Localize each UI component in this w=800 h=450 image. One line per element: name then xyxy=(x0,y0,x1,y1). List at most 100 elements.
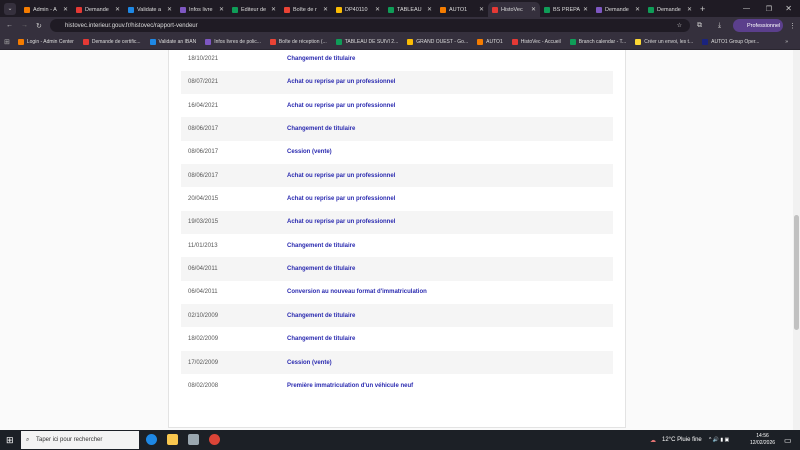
reload-icon[interactable]: ↻ xyxy=(36,22,42,30)
bookmark-item[interactable]: Demande de certific... xyxy=(82,38,141,45)
chrome-icon[interactable] xyxy=(209,434,220,445)
tab-favicon-icon xyxy=(180,6,186,13)
bookmark-star-icon[interactable]: ☆ xyxy=(677,22,682,29)
tab[interactable]: Infos livre ✕ xyxy=(176,2,228,17)
forward-icon[interactable]: → xyxy=(21,22,28,29)
bookmark-item[interactable]: Login - Admin Center xyxy=(17,38,74,45)
history-event-link[interactable]: Conversion au nouveau format d'immatricu… xyxy=(287,289,427,295)
bookmark-label: Boîte de réception (... xyxy=(278,38,327,45)
history-event-link[interactable]: Cession (vente) xyxy=(287,149,332,155)
windows-start-icon[interactable]: ⊞ xyxy=(6,435,14,446)
bookmark-item[interactable]: Infos livres de polic... xyxy=(205,38,261,45)
bookmark-item[interactable]: Validate an IBAN xyxy=(149,38,196,45)
history-event-link[interactable]: Achat ou reprise par un professionnel xyxy=(287,196,395,202)
close-window-button[interactable]: ✕ xyxy=(785,4,792,13)
tab[interactable]: HistoVec ✕ xyxy=(488,2,540,17)
scrollbar-thumb[interactable] xyxy=(794,215,799,330)
history-event-link[interactable]: Achat ou reprise par un professionnel xyxy=(287,79,395,85)
history-event-link[interactable]: Achat ou reprise par un professionnel xyxy=(287,219,395,225)
tab-title: Admin - A xyxy=(33,6,57,13)
bookmark-favicon-icon xyxy=(17,38,24,45)
history-row: 06/04/2011 Conversion au nouveau format d… xyxy=(181,281,613,304)
bookmark-item[interactable]: HistoVec - Accueil xyxy=(511,38,561,45)
minimize-button[interactable]: — xyxy=(743,5,750,12)
clock[interactable]: 14:56 12/02/2026 xyxy=(750,433,775,447)
history-event-link[interactable]: Changement de titulaire xyxy=(287,266,355,272)
back-icon[interactable]: ← xyxy=(6,22,13,29)
history-date: 08/02/2008 xyxy=(188,382,219,389)
profile-button[interactable]: Professionnel xyxy=(733,19,783,32)
bookmark-favicon-icon xyxy=(511,38,518,45)
menu-icon[interactable]: ⋮ xyxy=(789,22,796,30)
new-tab-button[interactable]: + xyxy=(700,4,705,14)
tab[interactable]: Demande ✕ xyxy=(644,2,696,17)
edge-icon[interactable] xyxy=(146,434,157,445)
tab-favicon-icon xyxy=(24,6,30,13)
tab[interactable]: Demande ✕ xyxy=(72,2,124,17)
close-tab-icon[interactable]: ✕ xyxy=(219,6,224,13)
app-icon[interactable] xyxy=(188,434,199,445)
close-tab-icon[interactable]: ✕ xyxy=(531,6,536,13)
search-placeholder: Taper ici pour rechercher xyxy=(36,437,103,443)
history-event-link[interactable]: Première immatriculation d'un véhicule n… xyxy=(287,383,413,389)
close-tab-icon[interactable]: ✕ xyxy=(271,6,276,13)
close-tab-icon[interactable]: ✕ xyxy=(583,6,588,13)
bookmark-item[interactable]: AUTO1 Group Oper... xyxy=(702,38,759,45)
close-tab-icon[interactable]: ✕ xyxy=(167,6,172,13)
download-icon[interactable]: ⤓ xyxy=(718,22,721,30)
close-tab-icon[interactable]: ✕ xyxy=(687,6,692,13)
notifications-icon[interactable]: ▭ xyxy=(784,436,792,445)
tab[interactable]: TABLEAU ✕ xyxy=(384,2,436,17)
tab[interactable]: Validate a ✕ xyxy=(124,2,176,17)
history-row: 18/02/2009 Changement de titulaire xyxy=(181,328,613,351)
tab[interactable]: DP40110 ✕ xyxy=(332,2,384,17)
tab[interactable]: AUTO1 ✕ xyxy=(436,2,488,17)
history-row: 08/06/2017 Changement de titulaire xyxy=(181,117,613,141)
file-explorer-icon[interactable] xyxy=(167,434,178,445)
history-event-link[interactable]: Changement de titulaire xyxy=(287,313,355,319)
history-event-link[interactable]: Cession (vente) xyxy=(287,360,332,366)
tab-favicon-icon xyxy=(388,6,394,13)
tab[interactable]: Boîte de r ✕ xyxy=(280,2,332,17)
history-event-link[interactable]: Achat ou reprise par un professionnel xyxy=(287,173,395,179)
tab[interactable]: BS PREPA ✕ xyxy=(540,2,592,17)
tray-icons[interactable]: ^ 🔊 ▮ ▣ xyxy=(709,437,729,443)
tab[interactable]: Demande ✕ xyxy=(592,2,644,17)
bookmark-item[interactable]: GRAND OUEST - Go... xyxy=(407,38,468,45)
history-event-link[interactable]: Changement de titulaire xyxy=(287,243,355,249)
extensions-icon[interactable]: ⧉ xyxy=(697,22,702,30)
history-event-link[interactable]: Changement de titulaire xyxy=(287,126,355,132)
restore-button[interactable]: ❐ xyxy=(766,5,772,13)
tab[interactable]: Editeur de ✕ xyxy=(228,2,280,17)
tab-favicon-icon xyxy=(648,6,654,13)
history-event-link[interactable]: Achat ou reprise par un professionnel xyxy=(287,103,395,109)
weather-text[interactable]: 12°C Pluie fine xyxy=(662,437,702,443)
close-tab-icon[interactable]: ✕ xyxy=(323,6,328,13)
bookmark-item[interactable]: Créer un envoi, les t... xyxy=(635,38,693,45)
close-tab-icon[interactable]: ✕ xyxy=(427,6,432,13)
tab-search-button[interactable]: ⌄ xyxy=(4,2,16,15)
apps-icon[interactable]: ⊞ xyxy=(4,38,10,46)
close-tab-icon[interactable]: ✕ xyxy=(635,6,640,13)
bookmark-item[interactable]: TABLEAU DE SUIVI 2... xyxy=(335,38,398,45)
tab-title: DP40110 xyxy=(345,6,368,13)
history-event-link[interactable]: Changement de titulaire xyxy=(287,336,355,342)
bookmark-item[interactable]: Branch calendar - T... xyxy=(569,38,626,45)
bookmark-item[interactable]: Boîte de réception (... xyxy=(269,38,327,45)
history-event-link[interactable]: Changement de titulaire xyxy=(287,56,355,62)
url-input[interactable]: histovec.interieur.gouv.fr/histovec/rapp… xyxy=(50,19,690,32)
close-tab-icon[interactable]: ✕ xyxy=(479,6,484,13)
address-bar-row: ← → ↻ histovec.interieur.gouv.fr/histove… xyxy=(0,17,800,34)
tab[interactable]: Admin - A ✕ xyxy=(20,2,72,17)
search-icon: ⌕ xyxy=(26,436,30,443)
scrollbar[interactable] xyxy=(793,50,800,430)
more-bookmarks-icon[interactable]: » xyxy=(785,39,788,45)
close-tab-icon[interactable]: ✕ xyxy=(63,6,68,13)
close-tab-icon[interactable]: ✕ xyxy=(115,6,120,13)
bookmark-item[interactable]: AUTO1 xyxy=(477,38,503,45)
close-tab-icon[interactable]: ✕ xyxy=(375,6,380,13)
taskbar-search[interactable]: ⌕ Taper ici pour rechercher xyxy=(21,431,139,449)
bookmark-favicon-icon xyxy=(205,38,212,45)
bookmark-favicon-icon xyxy=(635,38,642,45)
history-row: 02/10/2009 Changement de titulaire xyxy=(181,304,613,328)
